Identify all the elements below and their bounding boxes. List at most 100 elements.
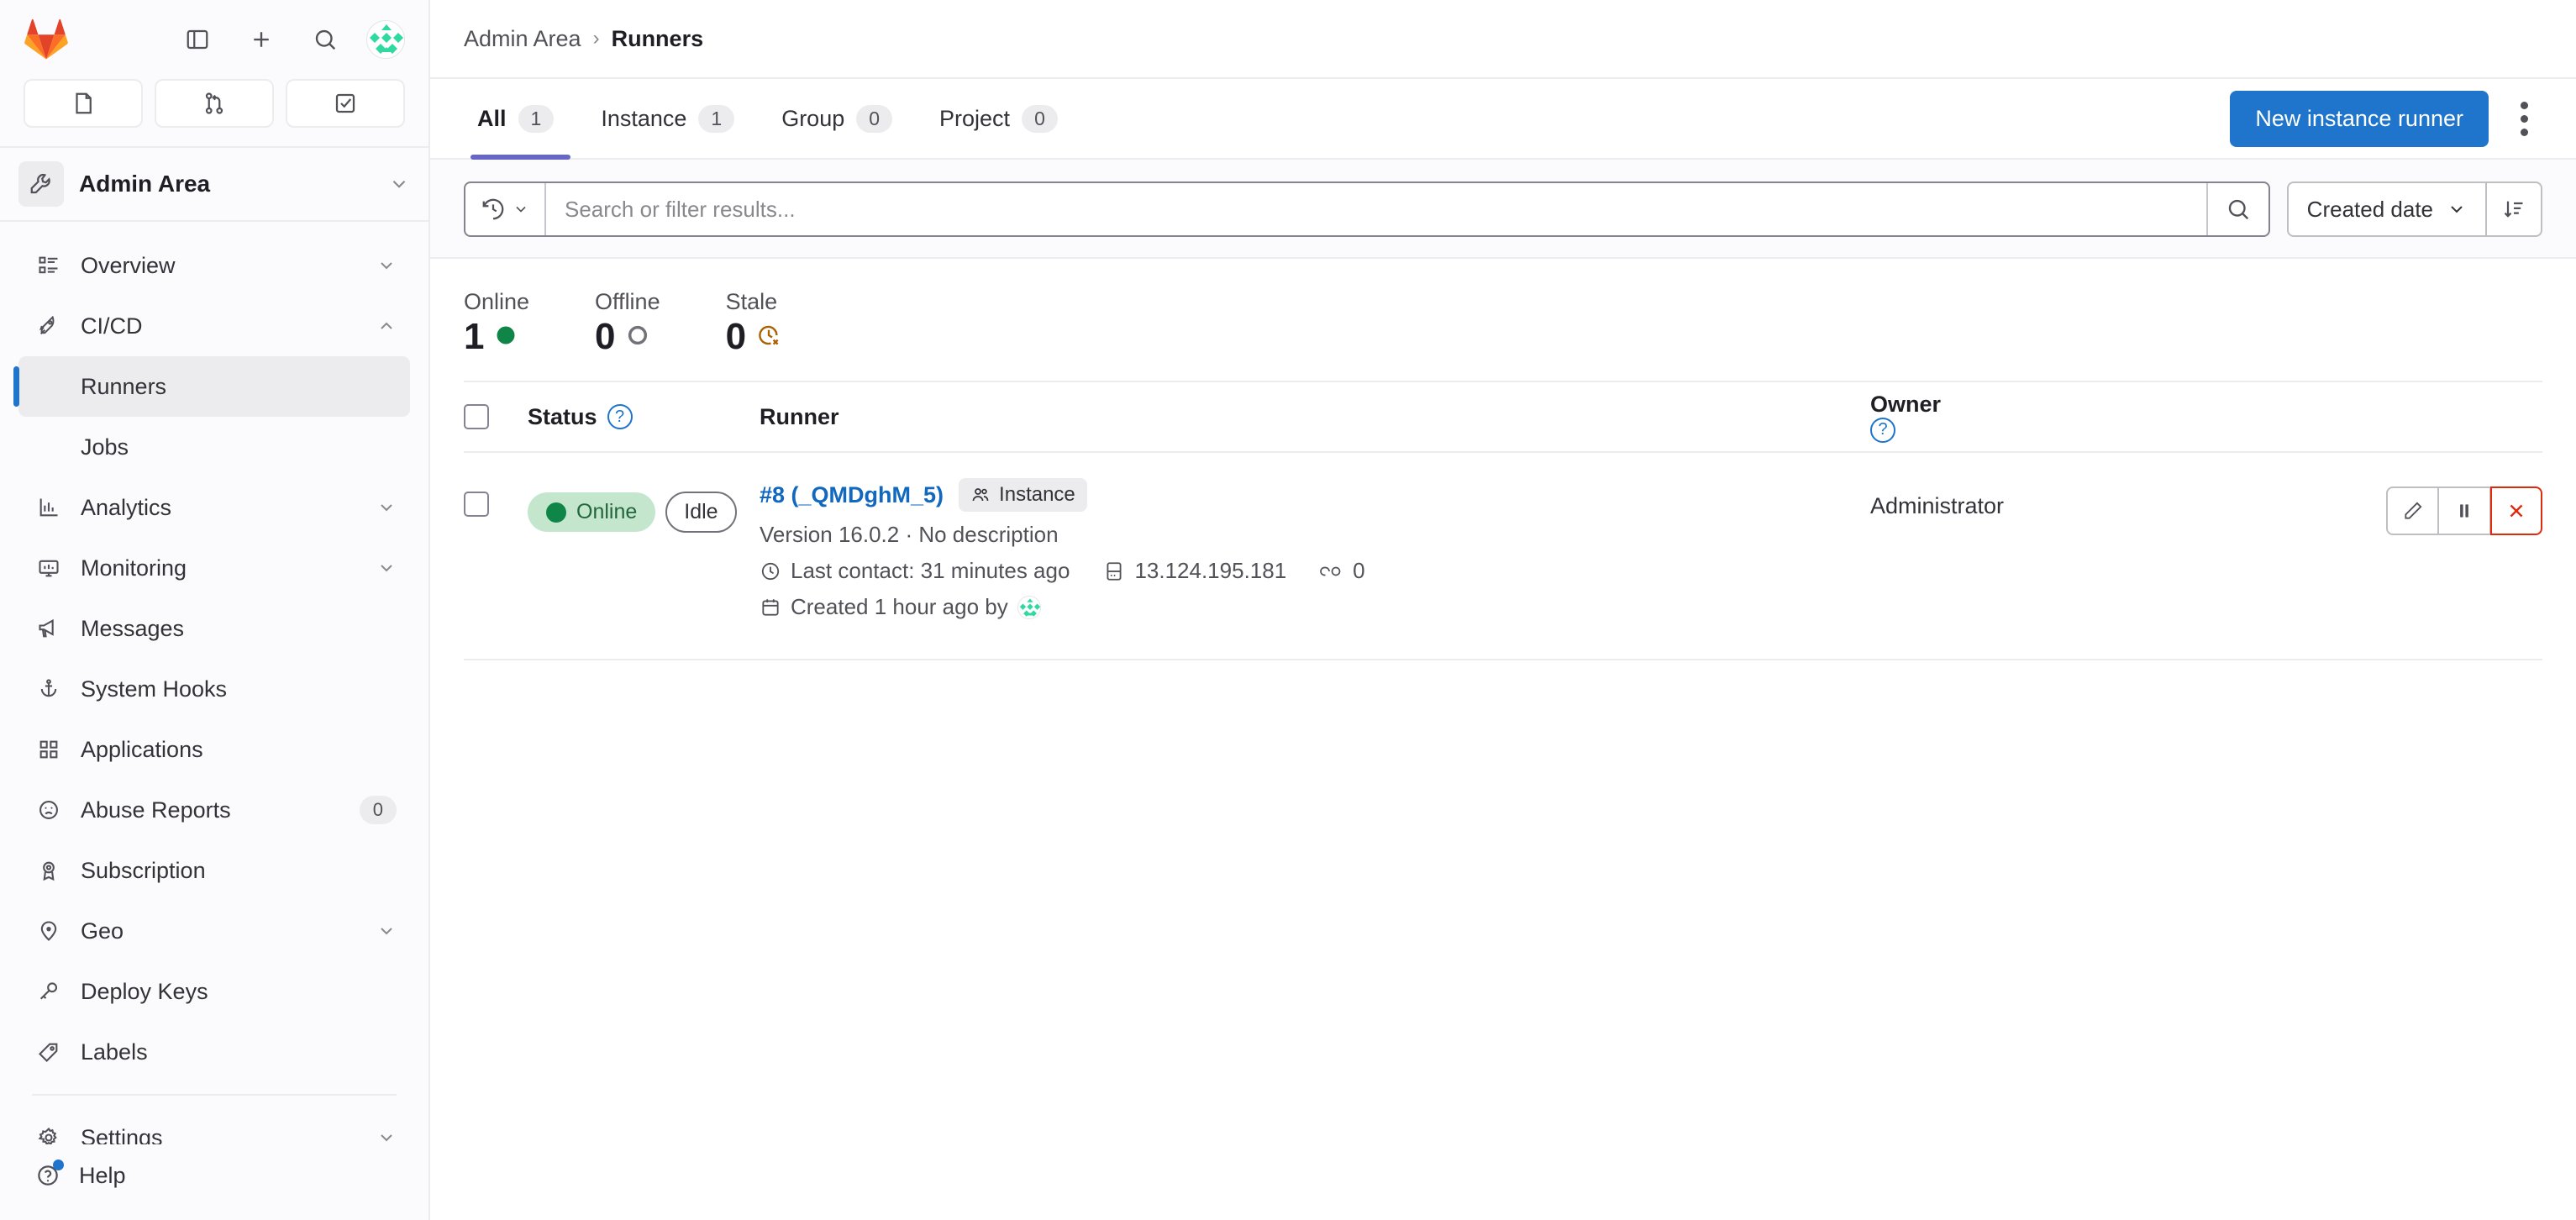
chevron-down-icon[interactable] [388,173,410,195]
select-all-checkbox[interactable] [464,404,489,429]
breadcrumb: Admin Area › Runners [430,0,2576,79]
page-title: Runners [611,25,704,51]
runner-created-info: Created 1 hour ago by [760,594,1041,620]
tag-count-label: 0 [1353,558,1365,583]
search-input[interactable] [546,183,2206,235]
sidebar-context-label: Admin Area [79,171,211,197]
sort-descending-icon [2504,201,2523,218]
edit-runner-button[interactable] [2386,486,2438,535]
search-submit-icon[interactable] [2205,183,2268,235]
megaphone-icon [32,617,66,640]
sidebar-item-settings[interactable]: Settings [18,1107,410,1144]
sidebar-item-label: CI/CD [81,313,143,339]
help-button[interactable]: Help [32,1160,397,1191]
sidebar-item-deploy-keys[interactable]: Deploy Keys [18,961,410,1022]
tab-label: All [477,105,507,131]
sort-direction-button[interactable] [2485,183,2541,235]
sort-field-dropdown[interactable]: Created date [2289,183,2485,235]
sidebar-item-abuse-reports[interactable]: Abuse Reports 0 [18,780,410,840]
sidebar-item-jobs[interactable]: Jobs [18,417,410,477]
new-item-icon[interactable] [239,17,284,62]
sidebar-divider [32,1094,397,1096]
sidebar-item-label: Overview [81,252,176,278]
calendar-icon [762,598,779,616]
offline-ring-icon [626,323,649,351]
runners-table: Status ? Runner Owner ? Online Idle #8 (… [430,381,2576,660]
search-filter-box [464,181,2270,237]
breadcrumb-root[interactable]: Admin Area [464,26,581,52]
search-history-icon[interactable] [465,183,546,235]
chevron-down-icon[interactable] [376,497,397,518]
sidebar-item-labels[interactable]: Labels [18,1022,410,1082]
column-header-runner: Runner [760,404,1870,430]
row-select-checkbox[interactable] [464,492,489,517]
sidebar-item-label: Labels [81,1039,148,1065]
help-notification-dot [53,1160,64,1170]
runner-link[interactable]: #8 (_QMDghM_5) [760,482,944,508]
column-header-label: Owner [1870,391,1942,417]
todos-icon[interactable] [286,79,405,128]
list-icon [32,254,66,277]
sidebar-item-label: Abuse Reports [81,797,231,823]
user-avatar[interactable] [366,20,405,59]
sidebar-nav: Overview CI/CD Runners Jobs Analytics Mo… [0,222,428,1144]
chevron-up-icon[interactable] [376,316,397,336]
sidebar-item-label: Analytics [81,494,172,520]
license-icon [32,859,66,882]
sidebar-context-switcher[interactable]: Admin Area [0,146,428,222]
pause-icon [2460,504,2468,518]
owner-help-icon[interactable]: ? [1870,417,1895,443]
sidebar-item-applications[interactable]: Applications [18,719,410,780]
sidebar-toggle-icon[interactable] [175,17,220,62]
sidebar-item-analytics[interactable]: Analytics [18,477,410,538]
new-instance-runner-button[interactable]: New instance runner [2230,90,2489,147]
chart-icon [32,496,66,519]
sidebar-item-label: Monitoring [81,555,187,581]
chevron-down-icon[interactable] [376,255,397,276]
gear-icon [32,1126,66,1144]
status-badge: Online [528,492,656,532]
chevron-down-icon[interactable] [376,1128,397,1144]
rocket-icon [32,314,66,338]
issues-icon[interactable] [24,79,143,128]
tab-all[interactable]: All 1 [464,79,577,160]
delete-runner-button[interactable] [2490,486,2542,535]
sidebar-item-system-hooks[interactable]: System Hooks [18,659,410,719]
runner-scope-label: Instance [999,483,1075,506]
sidebar-item-label: Applications [81,736,203,762]
sidebar-item-subscription[interactable]: Subscription [18,840,410,901]
sidebar-item-messages[interactable]: Messages [18,598,410,659]
runner-action-group [2386,486,2542,535]
status-help-icon[interactable]: ? [607,404,633,429]
tab-group[interactable]: Group 0 [758,79,916,158]
wrench-icon [18,161,64,207]
runner-tag-count: 0 [1320,558,1365,584]
stat-label: Offline [595,289,660,314]
stat-value: 0 [725,316,747,357]
column-header-label: Status [528,403,597,429]
sidebar-item-label: Runners [81,373,167,399]
stat-offline: Offline 0 [595,289,660,355]
sidebar-item-overview[interactable]: Overview [18,235,410,296]
gitlab-logo-icon[interactable] [24,18,69,61]
sort-field-label: Created date [2306,196,2433,222]
pause-runner-button[interactable] [2438,486,2490,535]
chevron-down-icon[interactable] [376,558,397,578]
sidebar-item-monitoring[interactable]: Monitoring [18,538,410,598]
tab-count: 0 [1022,104,1058,133]
creator-avatar[interactable] [1017,595,1041,619]
merge-requests-icon[interactable] [155,79,274,128]
filter-bar: Created date [430,160,2576,259]
tab-label: Instance [601,105,687,131]
chevron-down-icon[interactable] [376,921,397,941]
search-icon[interactable] [302,17,348,62]
ip-address-label: 13.124.195.181 [1134,558,1287,583]
more-actions-kebab-icon[interactable] [2505,94,2542,143]
tab-project[interactable]: Project 0 [916,79,1081,158]
sidebar-item-runners[interactable]: Runners [13,356,410,417]
sidebar: Admin Area Overview CI/CD Runners Jobs A… [0,0,430,1220]
sidebar-item-cicd[interactable]: CI/CD [18,296,410,356]
stale-clock-icon [756,323,781,352]
tab-instance[interactable]: Instance 1 [577,79,758,158]
sidebar-item-geo[interactable]: Geo [18,901,410,961]
